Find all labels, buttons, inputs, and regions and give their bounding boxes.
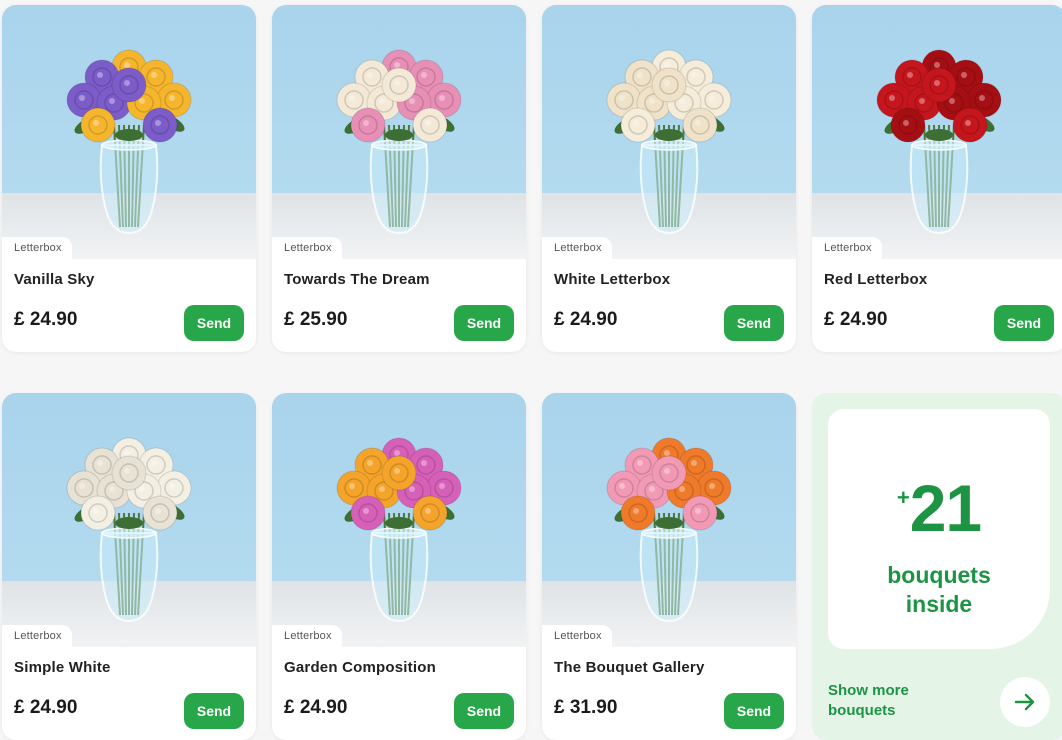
product-card[interactable]: Letterbox Garden Composition £ 24.90 Send: [272, 393, 526, 740]
count-plus: +: [896, 485, 910, 510]
bouquet-orange-pink: [336, 437, 462, 623]
count-number: 21: [909, 471, 982, 545]
bouquet-white-pink: [336, 49, 462, 235]
product-price: £ 24.90: [284, 697, 348, 718]
product-name[interactable]: Towards The Dream: [284, 271, 430, 288]
product-name[interactable]: Simple White: [14, 659, 111, 676]
show-more-link[interactable]: Show more bouquets: [828, 681, 948, 721]
product-card[interactable]: Letterbox Vanilla Sky £ 24.90 Send: [2, 5, 256, 352]
product-tag: Letterbox: [2, 237, 72, 259]
more-bouquets-panel: +21 bouquets inside: [828, 409, 1050, 649]
product-price: £ 25.90: [284, 309, 348, 330]
product-price: £ 24.90: [14, 309, 78, 330]
product-name[interactable]: Red Letterbox: [824, 271, 927, 288]
product-price: £ 24.90: [824, 309, 888, 330]
product-card[interactable]: Letterbox Towards The Dream £ 25.90 Send: [272, 5, 526, 352]
bouquet-count: +21: [828, 475, 1050, 541]
product-photo[interactable]: [812, 5, 1062, 259]
product-tag: Letterbox: [272, 625, 342, 647]
product-price: £ 31.90: [554, 697, 618, 718]
more-bouquets-card[interactable]: +21 bouquets inside Show more bouquets: [812, 393, 1062, 740]
bouquet-orange-lilies: [606, 437, 732, 623]
send-button[interactable]: Send: [724, 693, 784, 729]
bouquets-label-line2: inside: [905, 591, 973, 617]
product-name[interactable]: Garden Composition: [284, 659, 436, 676]
send-button[interactable]: Send: [454, 305, 514, 341]
product-photo[interactable]: [272, 5, 526, 259]
bouquet-yellow-purple: [66, 49, 192, 235]
product-tag: Letterbox: [272, 237, 342, 259]
bouquets-label-line1: bouquets: [887, 562, 991, 588]
bouquet-red-roses: [876, 49, 1002, 235]
bouquet-white-carnations: [66, 437, 192, 623]
product-card[interactable]: Letterbox Red Letterbox £ 24.90 Send: [812, 5, 1062, 352]
product-price: £ 24.90: [554, 309, 618, 330]
product-card[interactable]: Letterbox Simple White £ 24.90 Send: [2, 393, 256, 740]
send-button[interactable]: Send: [184, 693, 244, 729]
bouquet-white-roses: [606, 49, 732, 235]
product-photo[interactable]: [542, 5, 796, 259]
send-button[interactable]: Send: [994, 305, 1054, 341]
product-card[interactable]: Letterbox White Letterbox £ 24.90 Send: [542, 5, 796, 352]
product-photo[interactable]: [2, 5, 256, 259]
send-button[interactable]: Send: [454, 693, 514, 729]
product-tag: Letterbox: [542, 237, 612, 259]
product-tag: Letterbox: [2, 625, 72, 647]
bouquets-inside-label: bouquets inside: [828, 561, 1050, 619]
product-name[interactable]: White Letterbox: [554, 271, 670, 288]
product-name[interactable]: The Bouquet Gallery: [554, 659, 705, 676]
send-button[interactable]: Send: [724, 305, 784, 341]
product-tag: Letterbox: [812, 237, 882, 259]
product-photo[interactable]: [2, 393, 256, 647]
product-price: £ 24.90: [14, 697, 78, 718]
product-photo[interactable]: [272, 393, 526, 647]
arrow-right-icon: [1014, 693, 1035, 711]
product-photo[interactable]: [542, 393, 796, 647]
product-name[interactable]: Vanilla Sky: [14, 271, 95, 288]
send-button[interactable]: Send: [184, 305, 244, 341]
product-tag: Letterbox: [542, 625, 612, 647]
product-card[interactable]: Letterbox The Bouquet Gallery £ 31.90 Send: [542, 393, 796, 740]
show-more-arrow-button[interactable]: [1000, 677, 1050, 727]
